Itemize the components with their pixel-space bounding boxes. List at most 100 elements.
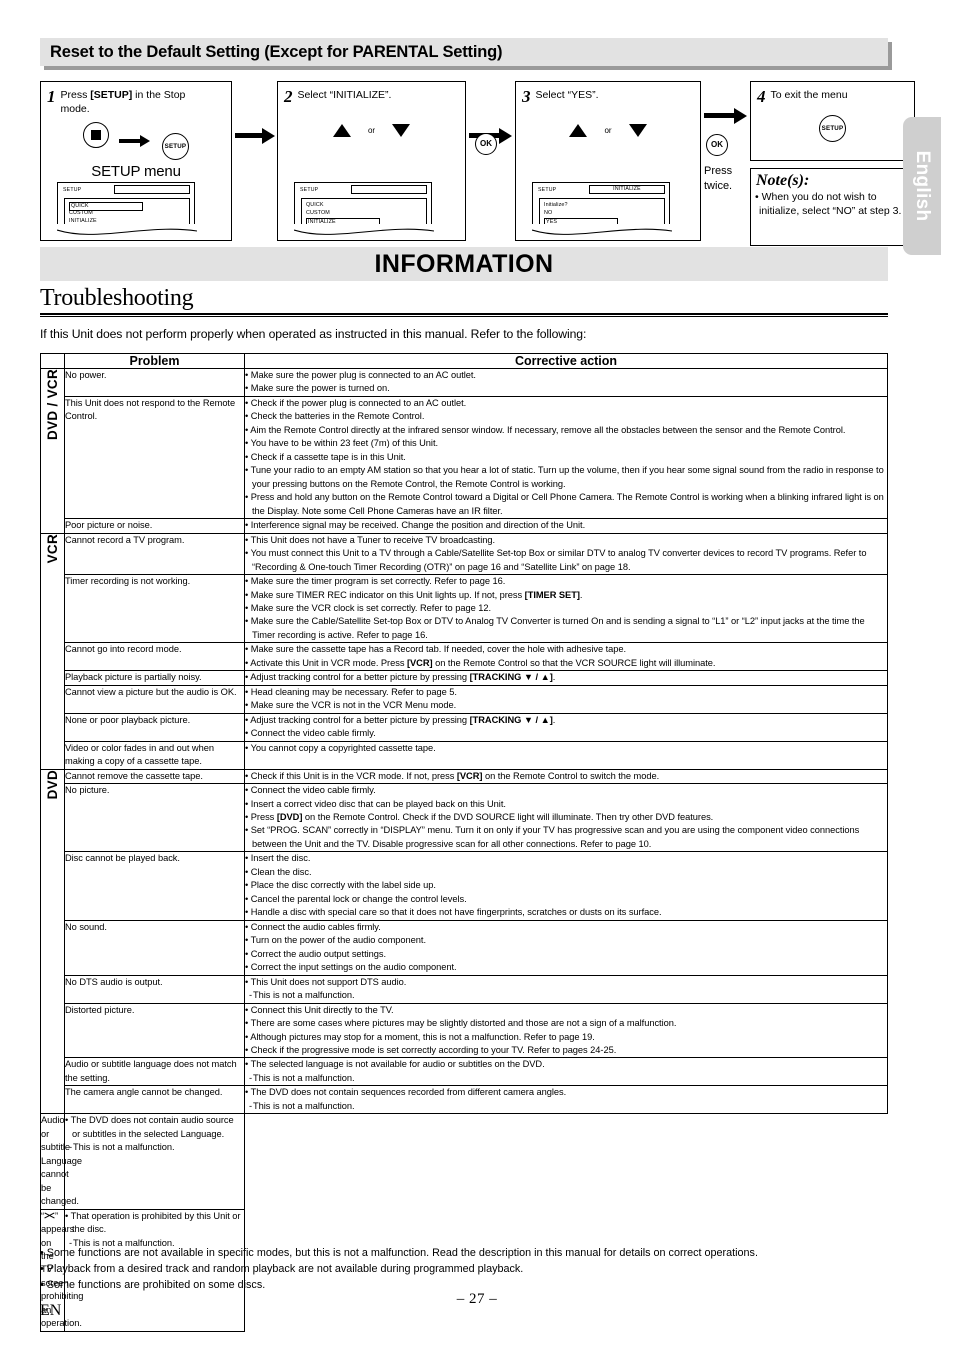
action-item: Head cleaning may be necessary. Refer to… bbox=[245, 686, 887, 699]
step-2-heading: 2 Select “INITIALIZE”. bbox=[278, 82, 465, 106]
problem-cell: The camera angle cannot be changed. bbox=[64, 1085, 245, 1115]
table-row: Audio or subtitle language does not matc… bbox=[41, 1057, 888, 1087]
language-tab-label: English bbox=[912, 150, 933, 222]
table-row: No sound.Connect the audio cables firmly… bbox=[41, 919, 888, 976]
action-item: You cannot copy a copyrighted cassette t… bbox=[245, 742, 887, 755]
corrective-action-cell: Interference signal may be received. Cha… bbox=[244, 518, 888, 534]
table-row: The camera angle cannot be changed.The D… bbox=[41, 1085, 888, 1115]
page-title: Troubleshooting bbox=[40, 285, 194, 311]
edition-code: EN bbox=[40, 1302, 62, 1319]
problem-cell: Disc cannot be played back. bbox=[64, 851, 245, 921]
table-row: Timer recording is not working.Make sure… bbox=[41, 574, 888, 644]
table-row: Audio or subtitle Language cannot be cha… bbox=[40, 1113, 888, 1210]
step-2-text: Select “INITIALIZE”. bbox=[297, 89, 392, 101]
action-item: Interference signal may be received. Cha… bbox=[245, 519, 887, 532]
action-item: Press and hold any button on the Remote … bbox=[245, 491, 887, 518]
step-1-caption: SETUP menu bbox=[91, 163, 181, 181]
setup-button-icon: SETUP bbox=[819, 114, 846, 142]
problem-cell: Timer recording is not working. bbox=[64, 574, 245, 644]
table-header-corrective-action: Corrective action bbox=[244, 353, 888, 369]
problem-cell: No DTS audio is output. bbox=[64, 974, 245, 1004]
action-item: Press [DVD] on the Remote Control. Check… bbox=[245, 811, 887, 824]
step-3-text: Select “YES”. bbox=[535, 89, 599, 101]
osd2-wave-edge bbox=[294, 224, 434, 235]
table-row: Cannot go into record mode.Make sure the… bbox=[41, 642, 888, 672]
corrective-action-cell: Make sure the timer program is set corre… bbox=[244, 574, 888, 644]
action-item: The selected language is not available f… bbox=[245, 1058, 887, 1071]
notes-item-0: • When you do not wish to initialize, se… bbox=[755, 191, 902, 218]
table-row: Disc cannot be played back.Insert the di… bbox=[41, 851, 888, 921]
footer-notes: Some functions are not available in spec… bbox=[40, 1245, 900, 1294]
step-4-number: 4 bbox=[757, 87, 766, 106]
corrective-action-cell: Make sure the power plug is connected to… bbox=[244, 368, 888, 397]
action-item: Activate this Unit in VCR mode. Press [V… bbox=[245, 657, 887, 670]
step-1-number: 1 bbox=[47, 87, 56, 106]
corrective-action-cell: The selected language is not available f… bbox=[244, 1057, 888, 1087]
category-label: DVD / VCR bbox=[45, 369, 60, 440]
action-item: Make sure the cassette tape has a Record… bbox=[245, 643, 887, 656]
action-item: Make sure the timer program is set corre… bbox=[245, 575, 887, 588]
action-item: Tune your radio to an empty AM station s… bbox=[245, 464, 887, 491]
action-item: Check if the power plug is connected to … bbox=[245, 397, 887, 410]
corrective-action-cell: Check if the power plug is connected to … bbox=[244, 395, 888, 520]
action-item: Although pictures may stop for a moment,… bbox=[245, 1031, 887, 1044]
corrective-action-cell: Make sure the cassette tape has a Record… bbox=[244, 642, 888, 672]
problem-cell: This Unit does not respond to the Remote… bbox=[64, 395, 245, 520]
arrow-step1-to-step2 bbox=[235, 128, 275, 144]
action-item: Check if a cassette tape is in this Unit… bbox=[245, 451, 887, 464]
intro-text: If this Unit does not perform properly w… bbox=[40, 327, 587, 341]
corrective-action-cell: Connect this Unit directly to the TV.The… bbox=[244, 1002, 888, 1059]
action-item: Cancel the parental lock or change the c… bbox=[245, 893, 887, 906]
step-1-box: 1 Press [SETUP] in the Stop mode. SETUP S… bbox=[40, 81, 232, 241]
step-2-box: 2 Select “INITIALIZE”. or SETUP QUICK CUS… bbox=[277, 81, 466, 241]
action-item: The DVD does not contain sequences recor… bbox=[245, 1086, 887, 1099]
step-2-number: 2 bbox=[284, 87, 293, 106]
corrective-action-cell: This Unit does not support DTS audio.Thi… bbox=[244, 974, 888, 1004]
action-item: Insert the disc. bbox=[245, 852, 887, 865]
action-item: Place the disc correctly with the label … bbox=[245, 879, 887, 892]
stop-button-icon bbox=[83, 122, 110, 149]
problem-cell: No power. bbox=[64, 368, 245, 397]
arrow-right-icon bbox=[118, 135, 153, 148]
troubleshooting-table: Problem Corrective action DVD / VCR No po… bbox=[40, 353, 888, 1332]
action-item: Aim the Remote Control directly at the i… bbox=[245, 424, 887, 437]
language-tab: English bbox=[903, 117, 941, 255]
action-item: Make sure the VCR clock is set correctly… bbox=[245, 602, 887, 615]
table-row: Playback picture is partially noisy.Adju… bbox=[41, 670, 888, 686]
notes-box: Note(s): • When you do not wish to initi… bbox=[750, 168, 915, 246]
prohibited-x-icon bbox=[44, 1211, 55, 1220]
table-header-row: Problem Corrective action bbox=[40, 353, 888, 369]
step-3-osd-screen: SETUP INITIALIZE Initialize? NO YES bbox=[532, 182, 672, 236]
action-item: Set “PROG. SCAN” correctly in “DISPLAY” … bbox=[245, 824, 887, 851]
problem-cell: Cannot view a picture but the audio is O… bbox=[64, 684, 245, 714]
corrective-action-cell: This Unit does not have a Tuner to recei… bbox=[244, 532, 888, 576]
action-item: You have to be within 23 feet (7m) of th… bbox=[245, 437, 887, 450]
action-subnote: This is not a malfunction. bbox=[245, 1100, 887, 1113]
step-4-heading: 4 To exit the menu bbox=[751, 82, 914, 106]
footer-note-0: Some functions are not available in spec… bbox=[40, 1245, 900, 1261]
problem-cell: No sound. bbox=[64, 919, 245, 976]
step-strip: 1 Press [SETUP] in the Stop mode. SETUP S… bbox=[40, 78, 920, 246]
footer-note-1: Playback from a desired track and random… bbox=[40, 1261, 900, 1277]
information-banner: INFORMATION bbox=[40, 247, 888, 281]
arrow-up-icon bbox=[569, 123, 588, 137]
action-item: Make sure TIMER REC indicator on this Un… bbox=[245, 589, 887, 602]
problem-cell: None or poor playback picture. bbox=[64, 712, 245, 742]
category-label-cell: DVD / VCR bbox=[40, 368, 65, 534]
notes-title: Note(s): bbox=[756, 172, 810, 189]
step-2-osd-screen: SETUP QUICK CUSTOM INITIALIZE bbox=[294, 182, 434, 236]
step-4-text: To exit the menu bbox=[770, 89, 848, 101]
action-item: Connect the audio cables firmly. bbox=[245, 921, 887, 934]
action-item: Correct the audio output settings. bbox=[245, 948, 887, 961]
table-row: This Unit does not respond to the Remote… bbox=[41, 395, 888, 520]
table-row: Cannot view a picture but the audio is O… bbox=[41, 684, 888, 714]
action-item: This Unit does not have a Tuner to recei… bbox=[245, 534, 887, 547]
table-row: No DTS audio is output.This Unit does no… bbox=[41, 974, 888, 1004]
problem-cell: Poor picture or noise. bbox=[64, 518, 245, 534]
corrective-action-cell: Adjust tracking control for a better pic… bbox=[244, 670, 888, 686]
step-1-heading: 1 Press [SETUP] in the Stop mode. bbox=[41, 82, 231, 116]
action-subnote: This is not a malfunction. bbox=[245, 1072, 887, 1085]
problem-cell: Audio or subtitle Language cannot be cha… bbox=[40, 1113, 82, 1210]
osd3-header: SETUP bbox=[538, 187, 557, 193]
action-item: Connect the video cable firmly. bbox=[245, 727, 887, 740]
